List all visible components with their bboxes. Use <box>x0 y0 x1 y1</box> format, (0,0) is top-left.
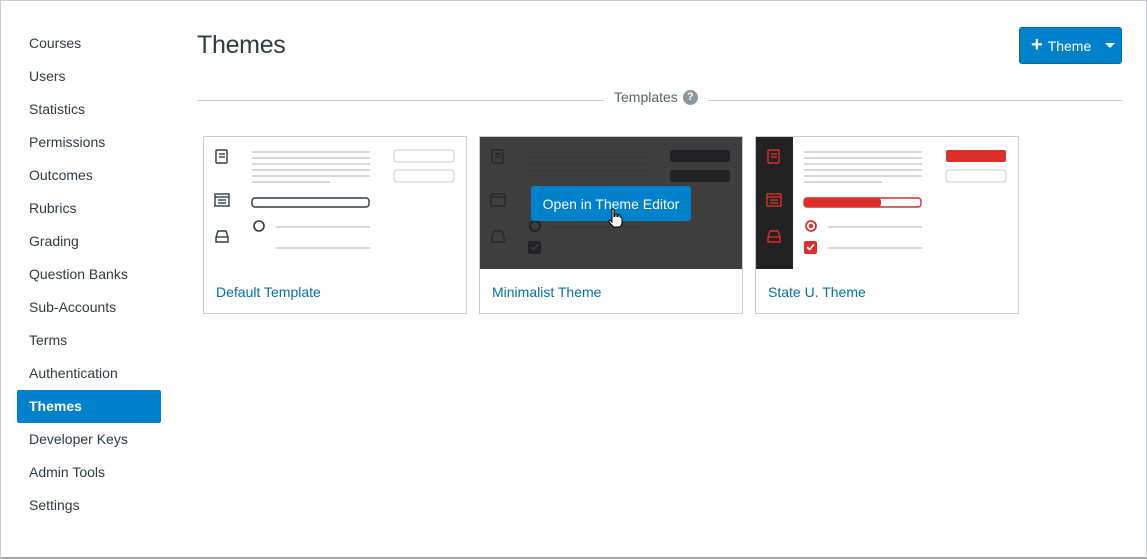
sidebar-item-outcomes[interactable]: Outcomes <box>17 159 161 192</box>
templates-heading: Templates ? <box>604 89 708 105</box>
sidebar-item-themes[interactable]: Themes <box>17 390 161 423</box>
sidebar-item-authentication[interactable]: Authentication <box>17 357 161 390</box>
theme-card-name[interactable]: Minimalist Theme <box>492 284 601 300</box>
theme-card-default[interactable]: Default Template <box>203 136 467 314</box>
theme-card-name[interactable]: Default Template <box>216 284 321 300</box>
theme-preview <box>204 137 466 269</box>
theme-card-state-u[interactable]: State U. Theme <box>755 136 1019 314</box>
add-theme-button-label: Theme <box>1047 37 1092 54</box>
page-title: Themes <box>197 31 286 59</box>
theme-card-name[interactable]: State U. Theme <box>768 284 866 300</box>
hand-pointer-icon <box>608 208 623 228</box>
sidebar-item-users[interactable]: Users <box>17 60 161 93</box>
help-icon[interactable]: ? <box>682 89 698 105</box>
sidebar-item-terms[interactable]: Terms <box>17 324 161 357</box>
theme-card-minimalist[interactable]: Open in Theme Editor Minimalist Theme <box>479 136 743 314</box>
plus-icon: + <box>1031 33 1043 56</box>
state-u-preview-graphic <box>756 137 1007 269</box>
sidebar-item-question-banks[interactable]: Question Banks <box>17 258 161 291</box>
theme-preview: Open in Theme Editor <box>480 137 742 269</box>
sidebar-item-settings[interactable]: Settings <box>17 489 161 522</box>
sidebar-item-courses[interactable]: Courses <box>17 27 161 60</box>
theme-preview <box>756 137 1018 269</box>
default-preview-graphic <box>214 149 455 249</box>
sidebar-item-sub-accounts[interactable]: Sub-Accounts <box>17 291 161 324</box>
sidebar-item-admin-tools[interactable]: Admin Tools <box>17 456 161 489</box>
sidebar-item-statistics[interactable]: Statistics <box>17 93 161 126</box>
add-theme-button[interactable]: + Theme <box>1019 27 1122 64</box>
templates-label: Templates <box>614 89 678 105</box>
caret-down-icon <box>1105 43 1116 48</box>
sidebar-item-developer-keys[interactable]: Developer Keys <box>17 423 161 456</box>
sidebar-item-rubrics[interactable]: Rubrics <box>17 192 161 225</box>
sidebar-item-grading[interactable]: Grading <box>17 225 161 258</box>
sidebar-item-permissions[interactable]: Permissions <box>17 126 161 159</box>
account-nav-sidebar: Courses Users Statistics Permissions Out… <box>17 27 161 522</box>
